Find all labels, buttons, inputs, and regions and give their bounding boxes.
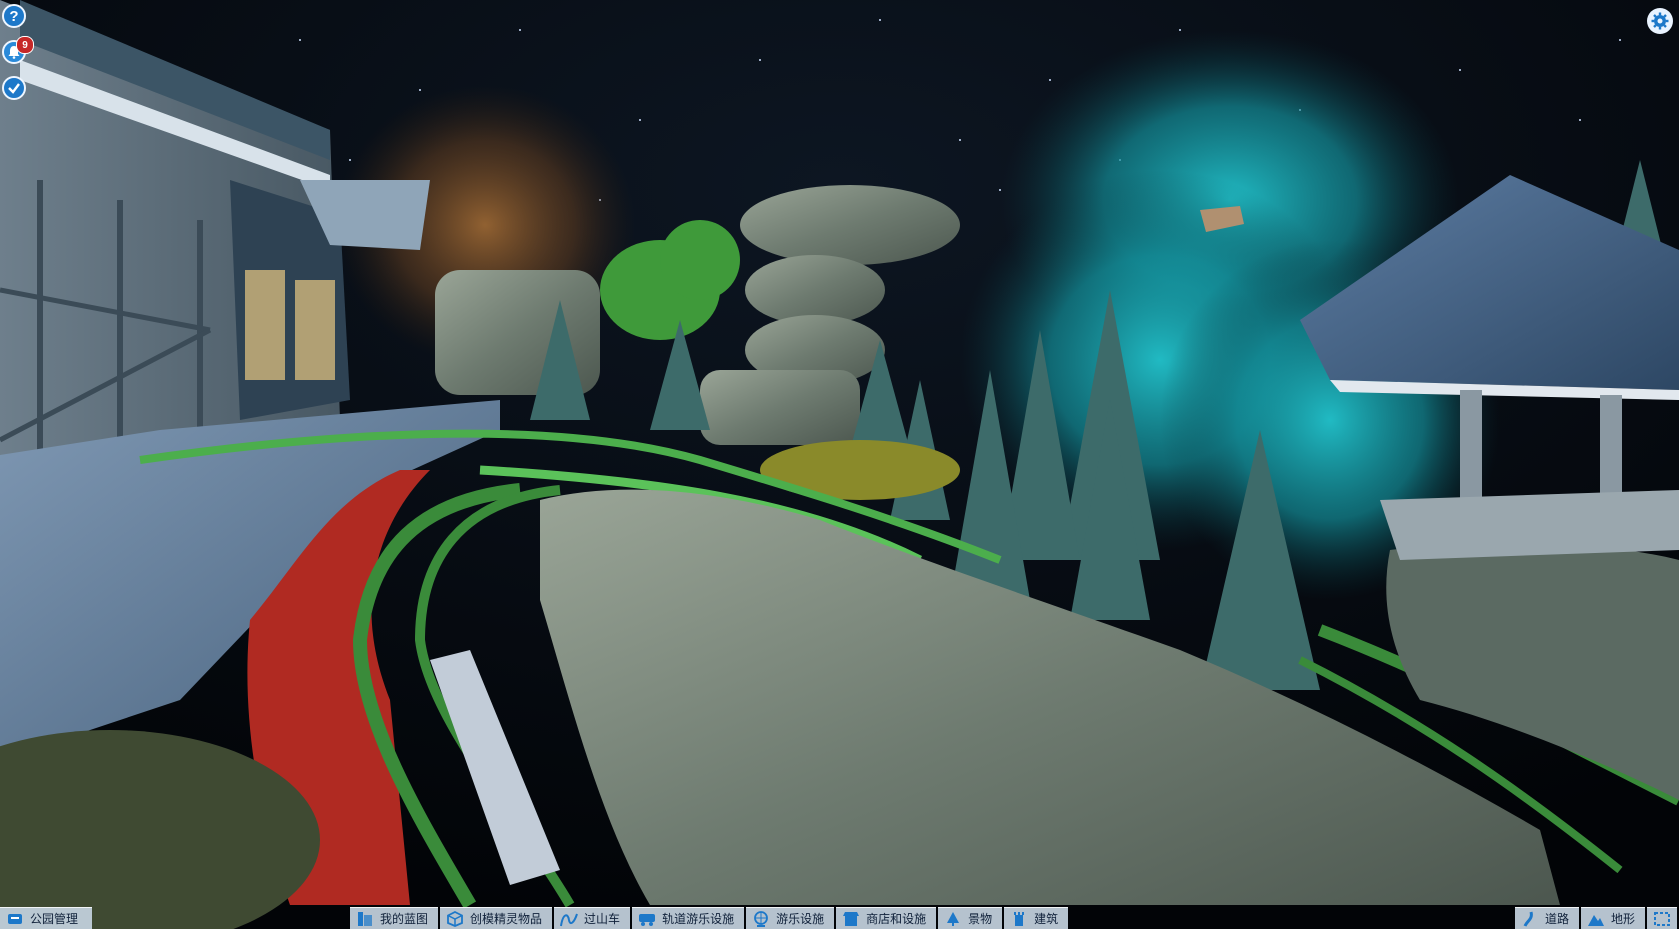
check-icon [8, 83, 20, 94]
toolbar-item-label: 建筑 [1034, 912, 1059, 926]
toolbar-item-terrain[interactable]: 地形 [1580, 907, 1645, 929]
toolbar-item-coasters[interactable]: 过山车 [554, 907, 631, 929]
notification-count-badge: 9 [16, 36, 34, 54]
path-icon [1523, 911, 1533, 927]
train-icon [639, 913, 656, 926]
park-management-label: 公园管理 [30, 912, 79, 926]
toolbar-item-tracked-rides[interactable]: 轨道游乐设施 [632, 907, 745, 929]
toolbar-item-label: 我的蓝图 [380, 912, 429, 926]
terrain-icon [1587, 914, 1604, 926]
toolbar-item-blueprints[interactable]: 我的蓝图 [350, 907, 439, 929]
toolbar-item-label: 轨道游乐设施 [662, 912, 735, 926]
bottom-toolbar: 公园管理 我的蓝图 创模精灵物品 过山车 轨道游乐设施 游乐设施 商店和设施 景… [0, 907, 1679, 929]
shop-icon [843, 911, 860, 926]
toolbar-item-label: 道路 [1544, 912, 1569, 926]
park-management-button[interactable]: 公园管理 [0, 907, 93, 929]
toolbar-item-buildings[interactable]: 建筑 [1004, 907, 1069, 929]
game-viewport[interactable] [0, 0, 1679, 929]
gear-icon [1651, 12, 1669, 30]
toolbar-item-label: 地形 [1610, 912, 1635, 926]
tree-icon [947, 911, 960, 926]
toolbar-item-flat-rides[interactable]: 游乐设施 [746, 907, 835, 929]
toolbar-item-label: 过山车 [584, 912, 621, 926]
cube-icon [447, 910, 463, 927]
selection-tool-button[interactable] [1647, 907, 1677, 929]
coaster-icon [560, 913, 578, 926]
ferris-wheel-icon [754, 910, 768, 927]
toolbar-item-paths[interactable]: 道路 [1514, 907, 1579, 929]
toolbar-item-scenery[interactable]: 景物 [938, 907, 1003, 929]
toolbar-item-label: 创模精灵物品 [470, 912, 543, 926]
tower-icon [1014, 911, 1025, 926]
toolbar-item-label: 景物 [968, 912, 993, 926]
toolbar-item-workshop[interactable]: 创模精灵物品 [440, 907, 553, 929]
notifications-button[interactable]: 9 [2, 36, 34, 64]
selection-icon [1654, 911, 1670, 926]
toolbar-gap [94, 907, 350, 929]
park-icon [8, 913, 22, 924]
blueprint-icon [358, 911, 373, 926]
left-hud: ? 9 [2, 4, 34, 112]
toolbar-item-shops[interactable]: 商店和设施 [836, 907, 937, 929]
help-button[interactable]: ? [2, 4, 26, 28]
objectives-button[interactable] [2, 76, 26, 100]
toolbar-item-label: 游乐设施 [776, 912, 825, 926]
settings-button[interactable] [1647, 8, 1673, 34]
help-icon: ? [9, 7, 19, 25]
toolbar-item-label: 商店和设施 [866, 912, 927, 926]
